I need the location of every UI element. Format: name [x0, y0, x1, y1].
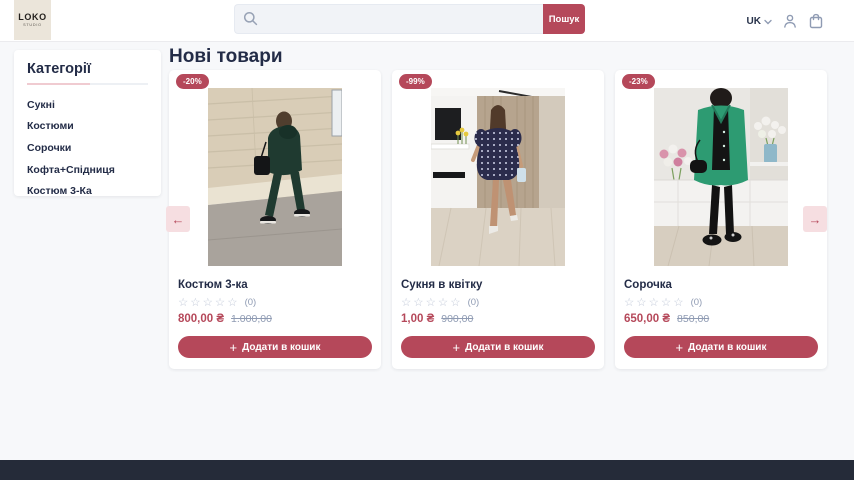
category-list: Сукні Костюми Сорочки Кофта+Спідниця Кос… — [27, 94, 148, 202]
add-to-cart-button[interactable]: + Додати в кошик — [178, 336, 372, 358]
product-name[interactable]: Сорочка — [624, 279, 818, 291]
old-price: 850,00 — [677, 313, 709, 325]
page-title: Нові товари — [169, 46, 283, 68]
arrow-right-icon: → — [809, 212, 822, 227]
footer — [0, 460, 854, 480]
product-card: -23% — [615, 70, 827, 369]
plus-icon: + — [676, 341, 684, 354]
product-name[interactable]: Костюм 3-ка — [178, 279, 372, 291]
product-image-illustration — [654, 88, 788, 266]
rating-row: ☆☆☆☆☆ (0) — [624, 295, 818, 309]
search-button[interactable]: Пошук — [543, 4, 585, 34]
carousel-prev-button[interactable]: ← — [166, 206, 190, 232]
carousel-next-button[interactable]: → — [803, 206, 827, 232]
price-row: 1,00 ₴ 900,00 — [401, 313, 595, 325]
rating-row: ☆☆☆☆☆ (0) — [178, 295, 372, 309]
header: LOKO STUDIO Пошук UK — [0, 0, 854, 42]
add-to-cart-label: Додати в кошик — [465, 342, 543, 353]
logo-subtitle: STUDIO — [23, 23, 42, 28]
storefront-page: LOKO STUDIO Пошук UK — [0, 0, 854, 480]
categories-sidebar: Категорії Сукні Костюми Сорочки Кофта+Сп… — [14, 50, 161, 196]
logo[interactable]: LOKO STUDIO — [14, 0, 51, 40]
price-row: 650,00 ₴ 850,00 — [624, 313, 818, 325]
product-card: -99% — [392, 70, 604, 369]
account-button[interactable] — [781, 13, 798, 30]
sidebar-item-sorochky[interactable]: Сорочки — [27, 137, 148, 159]
add-to-cart-label: Додати в кошик — [688, 342, 766, 353]
current-price: 1,00 ₴ — [401, 313, 434, 325]
product-image[interactable] — [208, 88, 342, 266]
product-image[interactable] — [654, 88, 788, 266]
cart-button[interactable] — [807, 13, 824, 30]
user-icon — [782, 13, 798, 29]
rating-stars-icon: ☆☆☆☆☆ — [178, 295, 240, 309]
current-price: 650,00 ₴ — [624, 313, 670, 325]
sidebar-item-sukni[interactable]: Сукні — [27, 94, 148, 116]
rating-stars-icon: ☆☆☆☆☆ — [401, 295, 463, 309]
product-card: -20% — [169, 70, 381, 369]
search-bar: Пошук — [234, 4, 585, 34]
discount-badge: -99% — [399, 74, 432, 89]
new-products-carousel: -20% — [169, 70, 827, 369]
current-price: 800,00 ₴ — [178, 313, 224, 325]
product-image-illustration — [431, 88, 565, 266]
header-actions: UK — [747, 0, 824, 42]
add-to-cart-button[interactable]: + Додати в кошик — [624, 336, 818, 358]
shopping-bag-icon — [808, 13, 824, 29]
rating-count: (0) — [245, 297, 257, 308]
add-to-cart-label: Додати в кошик — [242, 342, 320, 353]
language-selector[interactable]: UK — [747, 12, 772, 30]
chevron-down-icon — [764, 12, 772, 30]
rating-stars-icon: ☆☆☆☆☆ — [624, 295, 686, 309]
sidebar-item-kostiumy[interactable]: Костюми — [27, 116, 148, 138]
plus-icon: + — [453, 341, 461, 354]
discount-badge: -23% — [622, 74, 655, 89]
logo-title: LOKO — [18, 12, 46, 22]
sidebar-item-kofta-spidnytsia[interactable]: Кофта+Спідниця — [27, 159, 148, 181]
search-input[interactable] — [234, 4, 543, 34]
add-to-cart-button[interactable]: + Додати в кошик — [401, 336, 595, 358]
product-image-illustration — [208, 88, 342, 266]
sidebar-item-kostium-3ka[interactable]: Костюм 3-Ка — [27, 180, 148, 202]
plus-icon: + — [230, 341, 238, 354]
discount-badge: -20% — [176, 74, 209, 89]
rating-count: (0) — [691, 297, 703, 308]
sidebar-title-underline — [27, 83, 148, 85]
sidebar-title: Категорії — [27, 61, 148, 77]
old-price: 1.000,00 — [231, 313, 272, 325]
rating-row: ☆☆☆☆☆ (0) — [401, 295, 595, 309]
old-price: 900,00 — [441, 313, 473, 325]
product-image[interactable] — [431, 88, 565, 266]
product-name[interactable]: Сукня в квітку — [401, 279, 595, 291]
rating-count: (0) — [468, 297, 480, 308]
price-row: 800,00 ₴ 1.000,00 — [178, 313, 372, 325]
language-label: UK — [747, 16, 761, 27]
arrow-left-icon: ← — [172, 212, 185, 227]
